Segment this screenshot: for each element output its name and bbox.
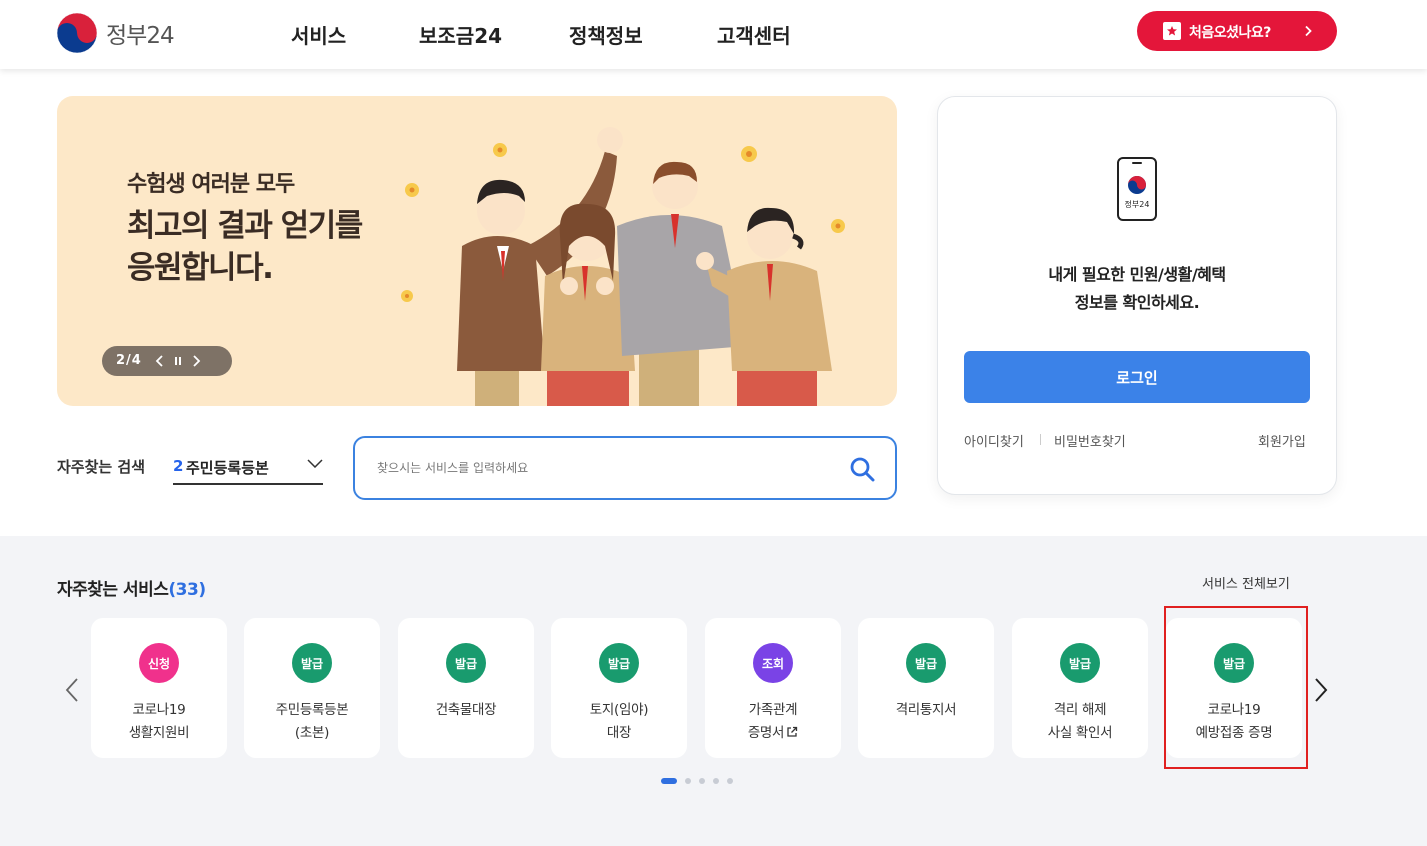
carousel-prev-icon[interactable] [64, 676, 80, 704]
service-name-line1: 코로나19 [1207, 702, 1261, 718]
favorite-search-label: 자주찾는 검색 [57, 458, 146, 476]
service-badge: 발급 [1060, 643, 1100, 683]
service-name-line2: 사실 확인서 [1047, 725, 1113, 741]
gov24-logo[interactable]: 정부24 [56, 12, 175, 54]
service-name-line1: 토지(임야) [589, 702, 649, 718]
frequent-services-title-text: 자주찾는 서비스 [57, 580, 169, 600]
banner-next-icon[interactable] [188, 352, 204, 370]
carousel-dot[interactable] [713, 778, 719, 784]
banner-pager: 2/4 [102, 346, 232, 376]
service-badge: 발급 [906, 643, 946, 683]
service-name-line2: 예방접종 증명 [1195, 725, 1273, 741]
main-banner[interactable]: 수험생 여러분 모두 최고의 결과 얻기를 응원합니다. 2/4 [57, 96, 897, 406]
login-message-line1: 내게 필요한 민원/생활/혜택 [1048, 265, 1226, 284]
service-name-line2: 증명서 [747, 725, 785, 741]
signup-link[interactable]: 회원가입 [1258, 431, 1306, 450]
logo-text: 정부24 [106, 23, 175, 49]
nav-item-customer-center[interactable]: 고객센터 [717, 20, 791, 49]
service-badge: 발급 [292, 643, 332, 683]
banner-prev-icon[interactable] [152, 352, 168, 370]
service-card[interactable]: 발급 격리통지서 [858, 618, 994, 758]
login-message-line2: 정보를 확인하세요. [1074, 293, 1200, 312]
service-card[interactable]: 발급 코로나19 예방접종 증명 [1166, 618, 1302, 758]
search-input[interactable] [375, 457, 839, 479]
first-visit-label: 처음오셨나요? [1189, 25, 1271, 41]
service-badge: 발급 [446, 643, 486, 683]
service-card[interactable]: 발급 주민등록등본 (초본) [244, 618, 380, 758]
favorite-search-value: 주민등록등본 [186, 459, 269, 477]
service-name-line1: 격리 해제 [1053, 702, 1107, 718]
service-name-line1: 가족관계 [748, 702, 798, 718]
service-badge: 조회 [753, 643, 793, 683]
banner-headline-2: 최고의 결과 얻기를 [127, 208, 363, 244]
service-badge: 발급 [599, 643, 639, 683]
service-card[interactable]: 조회 가족관계 증명서 [705, 618, 841, 758]
service-name-line2: 생활지원비 [128, 725, 190, 741]
nav-item-services[interactable]: 서비스 [291, 20, 346, 49]
service-name-line1: 격리통지서 [895, 702, 957, 718]
carousel-dot[interactable] [699, 778, 705, 784]
banner-slide-count: 2/4 [116, 353, 142, 368]
first-visit-button[interactable]: 처음오셨나요? [1137, 11, 1337, 51]
nav-item-subsidy24[interactable]: 보조금24 [419, 20, 502, 49]
login-card: 정부24 내게 필요한 민원/생활/혜택 정보를 확인하세요. 로그인 아이디찾… [937, 96, 1337, 495]
search-icon[interactable] [849, 456, 875, 482]
view-all-services-link[interactable]: 서비스 전체보기 [1202, 573, 1290, 592]
service-badge: 발급 [1214, 643, 1254, 683]
frequent-services-title: 자주찾는 서비스(33) [57, 575, 206, 600]
find-id-link[interactable]: 아이디찾기 [964, 431, 1024, 450]
favorite-search-select[interactable]: 2 주민등록등본 [173, 448, 323, 485]
service-badge: 신청 [139, 643, 179, 683]
carousel-next-icon[interactable] [1313, 676, 1329, 704]
login-button[interactable]: 로그인 [964, 351, 1310, 403]
mobile-phone-icon: 정부24 [1117, 157, 1157, 221]
service-name-line2: (초본) [294, 725, 330, 741]
external-link-icon [787, 726, 798, 737]
link-divider [1040, 434, 1041, 445]
banner-headline-1: 수험생 여러분 모두 [127, 172, 295, 197]
service-name-line2: 대장 [606, 725, 632, 741]
banner-pause-icon[interactable] [170, 352, 186, 370]
site-header: 정부24 서비스 보조금24 정책정보 고객센터 처음오셨나요? [0, 0, 1427, 69]
banner-headline-3: 응원합니다. [127, 250, 274, 286]
service-name-line1: 주민등록등본 [275, 702, 349, 718]
frequent-services-count: (33) [168, 580, 206, 600]
chevron-down-icon [307, 459, 323, 468]
service-card[interactable]: 신청 코로나19 생활지원비 [91, 618, 227, 758]
frequent-services-section: 자주찾는 서비스(33) 서비스 전체보기 신청 코로나19 생활지원비 발급 … [0, 536, 1427, 846]
carousel-dot[interactable] [727, 778, 733, 784]
favorite-search-rank: 2 [173, 457, 184, 475]
service-name-line2-wrap: 증명서 [705, 721, 841, 741]
bookmark-star-icon [1163, 22, 1181, 40]
carousel-dot[interactable] [661, 778, 677, 784]
service-card[interactable]: 발급 건축물대장 [398, 618, 534, 758]
service-name-line1: 코로나19 [132, 702, 186, 718]
service-search-box [353, 436, 897, 500]
service-card[interactable]: 발급 격리 해제 사실 확인서 [1012, 618, 1148, 758]
phone-screen-label: 정부24 [1125, 199, 1150, 209]
find-password-link[interactable]: 비밀번호찾기 [1054, 431, 1126, 450]
service-card[interactable]: 발급 토지(임야) 대장 [551, 618, 687, 758]
nav-item-policy-info[interactable]: 정책정보 [569, 20, 643, 49]
taegeuk-logo-icon [56, 12, 98, 54]
service-name-line1: 건축물대장 [435, 702, 497, 718]
chevron-right-icon [1305, 25, 1312, 37]
carousel-dot[interactable] [685, 778, 691, 784]
